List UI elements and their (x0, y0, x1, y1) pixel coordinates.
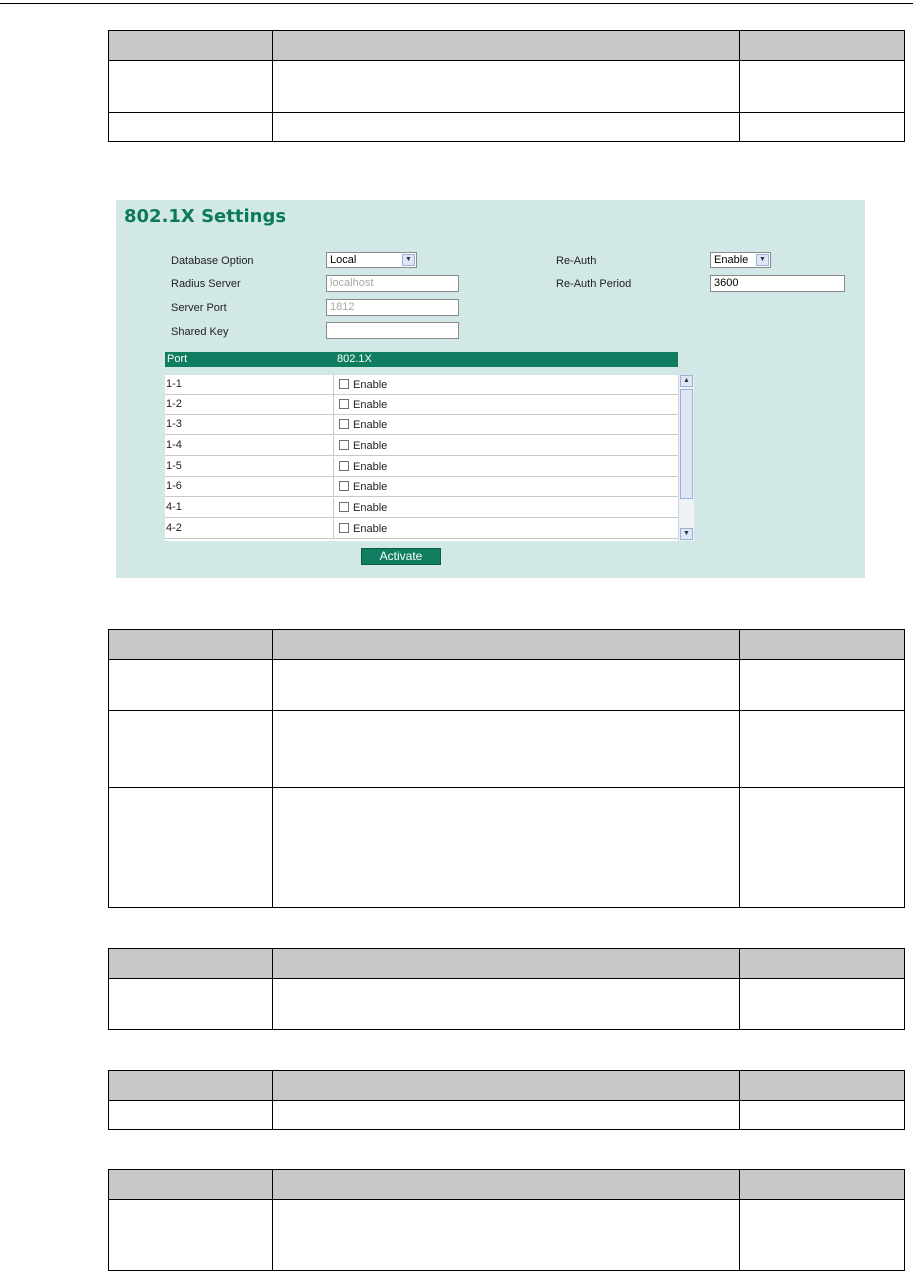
port-id: 1-6 (166, 480, 182, 492)
enable-label: Enable (353, 502, 388, 514)
re-auth-select[interactable]: Enable ▼ (710, 252, 771, 268)
reference-table-4 (108, 1070, 905, 1130)
cell-divider (333, 498, 334, 518)
table-header-row (108, 1070, 905, 1101)
reference-table-1 (108, 30, 905, 142)
table-row: 1-3 Enable (165, 415, 678, 435)
column-header-port: Port (167, 353, 188, 365)
table-row (108, 1100, 905, 1130)
port-table-header: Port 802.1X (165, 352, 678, 367)
dot1x-settings-panel: 802.1X Settings Database Option Local ▼ … (116, 200, 865, 578)
enable-label: Enable (353, 481, 388, 493)
table-row (108, 112, 905, 142)
enable-checkbox[interactable] (339, 399, 349, 409)
enable-checkbox[interactable] (339, 502, 349, 512)
enable-label: Enable (353, 379, 388, 391)
port-id: 1-5 (166, 460, 182, 472)
port-id: 1-4 (166, 439, 182, 451)
reference-table-3 (108, 948, 905, 1030)
cell-divider (333, 415, 334, 435)
table-row: 4-2 Enable (165, 519, 678, 539)
port-id: 1-2 (166, 398, 182, 410)
table-row (108, 659, 905, 711)
shared-key-input[interactable] (326, 322, 459, 339)
port-table-scrollbar[interactable]: ▲ ▼ (678, 375, 694, 541)
server-port-label: Server Port (171, 302, 227, 314)
table-header-row (108, 948, 905, 979)
enable-label: Enable (353, 461, 388, 473)
re-auth-period-label: Re-Auth Period (556, 278, 632, 290)
re-auth-period-input[interactable]: 3600 (710, 275, 845, 292)
enable-label: Enable (353, 419, 388, 431)
enable-checkbox[interactable] (339, 481, 349, 491)
cell-divider (333, 457, 334, 477)
scrollbar-thumb[interactable] (680, 389, 693, 499)
enable-checkbox[interactable] (339, 461, 349, 471)
table-row (108, 978, 905, 1030)
enable-checkbox[interactable] (339, 523, 349, 533)
enable-checkbox[interactable] (339, 379, 349, 389)
cell-divider (333, 375, 334, 395)
cell-divider (333, 519, 334, 539)
enable-label: Enable (353, 399, 388, 411)
port-table-body: 1-1 Enable 1-2 Enable 1-3 Enable 1-4 Ena… (165, 375, 678, 541)
table-header-row (108, 30, 905, 61)
enable-label: Enable (353, 523, 388, 535)
server-port-input[interactable]: 1812 (326, 299, 459, 316)
re-auth-label: Re-Auth (556, 255, 597, 267)
port-id: 1-1 (166, 378, 182, 390)
table-row: 1-5 Enable (165, 457, 678, 477)
cell-divider (333, 436, 334, 456)
table-row (108, 1199, 905, 1271)
reference-table-2 (108, 629, 905, 908)
port-id: 4-2 (166, 522, 182, 534)
port-id: 1-3 (166, 418, 182, 430)
table-row: 4-1 Enable (165, 498, 678, 518)
scroll-up-arrow-icon[interactable]: ▲ (680, 375, 693, 387)
shared-key-label: Shared Key (171, 326, 229, 338)
page-title: 802.1X Settings (124, 206, 287, 227)
reference-table-5 (108, 1169, 905, 1271)
radius-server-input[interactable]: localhost (326, 275, 459, 292)
enable-checkbox[interactable] (339, 419, 349, 429)
table-row (108, 787, 905, 908)
activate-button[interactable]: Activate (361, 548, 441, 565)
table-row: 1-6 Enable (165, 477, 678, 497)
scroll-down-arrow-icon[interactable]: ▼ (680, 528, 693, 540)
database-option-label: Database Option (171, 255, 254, 267)
table-row: 1-2 Enable (165, 395, 678, 415)
database-option-select[interactable]: Local ▼ (326, 252, 417, 268)
database-option-value: Local (330, 254, 357, 266)
enable-checkbox[interactable] (339, 440, 349, 450)
port-id: 4-1 (166, 501, 182, 513)
table-header-row (108, 629, 905, 660)
table-row (108, 710, 905, 788)
cell-divider (333, 395, 334, 415)
cell-divider (333, 477, 334, 497)
enable-label: Enable (353, 440, 388, 452)
table-row: 1-4 Enable (165, 436, 678, 456)
table-row (108, 60, 905, 113)
chevron-down-icon[interactable]: ▼ (402, 254, 415, 266)
chevron-down-icon[interactable]: ▼ (756, 254, 769, 266)
table-row: 1-1 Enable (165, 375, 678, 395)
re-auth-value: Enable (714, 254, 749, 266)
table-header-row (108, 1169, 905, 1200)
column-header-dot1x: 802.1X (337, 353, 372, 365)
radius-server-label: Radius Server (171, 278, 241, 290)
page-top-rule (0, 3, 913, 4)
